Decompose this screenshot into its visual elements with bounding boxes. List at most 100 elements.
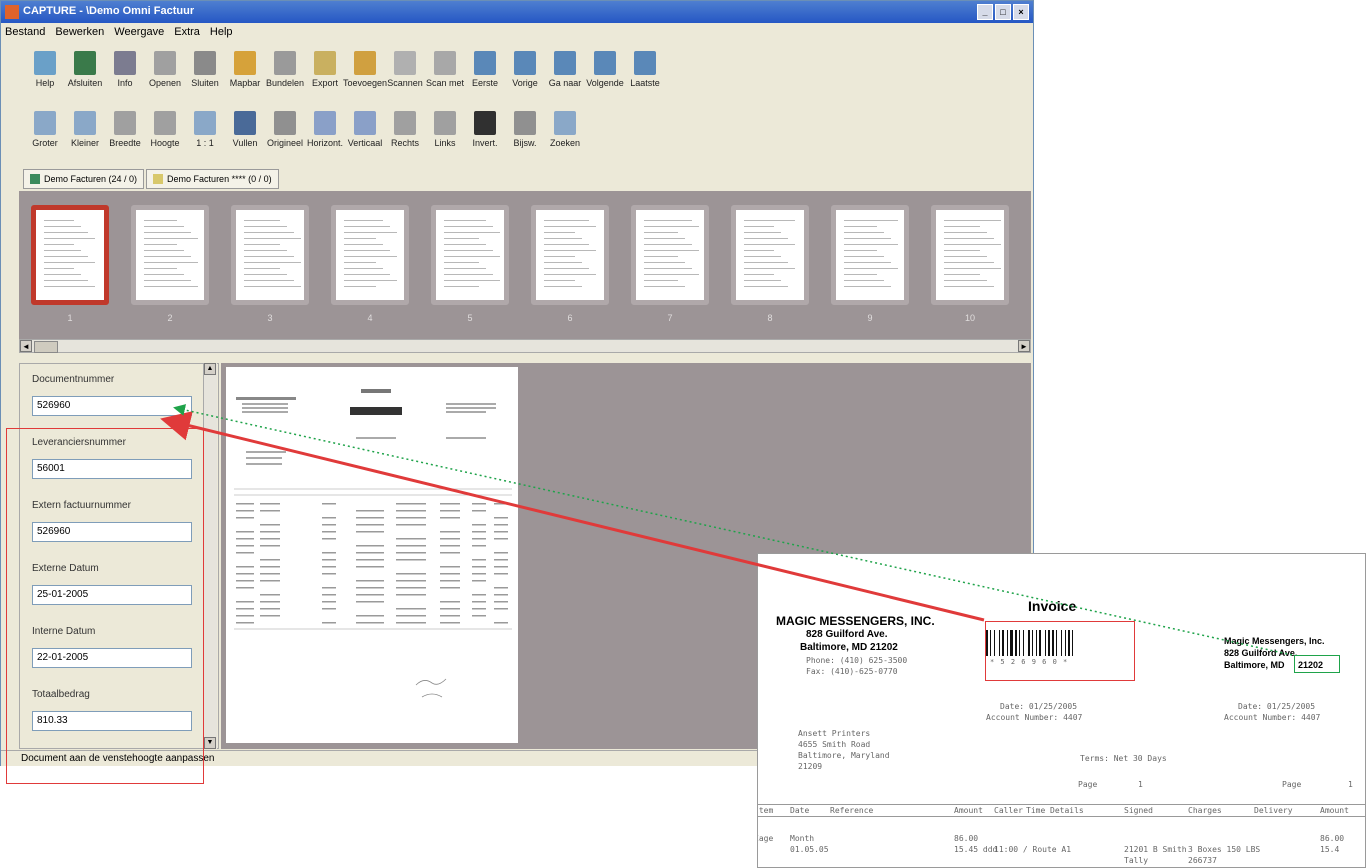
tb1-button-vorige[interactable]: Vorige	[505, 45, 545, 99]
scroll-up-icon[interactable]: ▲	[204, 363, 216, 375]
scroll-left-icon[interactable]: ◄	[20, 340, 32, 352]
scan-met-icon	[434, 51, 456, 75]
tb2-button-origineel[interactable]: Origineel	[265, 105, 305, 159]
thumbnail-text-line	[44, 262, 95, 263]
field-panel-scrollbar[interactable]: ▲ ▼	[203, 363, 217, 749]
tab-demo-facturen[interactable]: Demo Facturen (24 / 0)	[23, 169, 145, 189]
document-text-mark	[260, 573, 280, 575]
tb1-button-ga-naar[interactable]: Ga naar	[545, 45, 585, 99]
thumbnail-text-line	[144, 262, 198, 263]
tb2-button-vullen[interactable]: Vullen	[225, 105, 265, 159]
rechts-icon	[394, 111, 416, 135]
toolbar-label: Breedte	[109, 138, 141, 148]
tb2-button-1-1[interactable]: 1 : 1	[185, 105, 225, 159]
thumbnail-text-line	[744, 274, 774, 275]
tab-demo-facturen-2[interactable]: Demo Facturen **** (0 / 0)	[146, 169, 279, 189]
page-thumbnail[interactable]	[731, 205, 809, 305]
invoice-column-header: Amount	[954, 806, 983, 815]
menu-extra[interactable]: Extra	[174, 26, 200, 38]
tb1-button-bundelen[interactable]: Bundelen	[265, 45, 305, 99]
thumbnail-text-line	[144, 250, 184, 251]
tb1-button-eerste[interactable]: Eerste	[465, 45, 505, 99]
tb1-button-volgende[interactable]: Volgende	[585, 45, 625, 99]
tb1-button-afsluiten[interactable]: Afsluiten	[65, 45, 105, 99]
thumbnail-text-line	[44, 244, 74, 245]
tb2-button-rechts[interactable]: Rechts	[385, 105, 425, 159]
tab-label: Demo Facturen (24 / 0)	[44, 174, 138, 184]
thumbnail-text-line	[544, 286, 582, 287]
page-thumbnail[interactable]	[831, 205, 909, 305]
tb1-button-openen[interactable]: Openen	[145, 45, 185, 99]
page-thumbnail[interactable]	[131, 205, 209, 305]
mapbar-icon	[234, 51, 256, 75]
thumbnail-text-line	[344, 232, 397, 233]
tb1-button-export[interactable]: Export	[305, 45, 345, 99]
thumbnail-text-line	[644, 262, 685, 263]
maximize-button[interactable]: □	[995, 4, 1011, 20]
billto-line-2: 4655 Smith Road	[798, 740, 871, 749]
tb2-button-breedte[interactable]: Breedte	[105, 105, 145, 159]
thumbnail-text-line	[844, 244, 898, 245]
tb1-button-laatste[interactable]: Laatste	[625, 45, 665, 99]
title-bar[interactable]: CAPTURE - \Demo Omni Factuur _ □ ×	[1, 1, 1033, 23]
invoice-column-header: Delivery	[1254, 806, 1293, 815]
thumbnail-page-number: 5	[467, 313, 473, 323]
page-thumbnail[interactable]	[31, 205, 109, 305]
document-text-mark	[236, 538, 254, 540]
document-text-mark	[322, 573, 336, 575]
page-thumbnail[interactable]	[631, 205, 709, 305]
tb2-button-kleiner[interactable]: Kleiner	[65, 105, 105, 159]
minimize-button[interactable]: _	[977, 4, 993, 20]
tb2-button-hoogte[interactable]: Hoogte	[145, 105, 185, 159]
toolbar-label: Verticaal	[347, 138, 383, 148]
page-thumbnail[interactable]	[331, 205, 409, 305]
scroll-thumb[interactable]	[34, 341, 58, 353]
scroll-down-icon[interactable]: ▼	[204, 737, 216, 749]
recipient-city: Baltimore, MD	[1224, 660, 1285, 670]
thumbnail-text-line	[244, 232, 294, 233]
page-thumbnail[interactable]	[931, 205, 1009, 305]
tb1-button-toevoegen[interactable]: Toevoegen	[343, 45, 387, 99]
thumbnail-strip: 1 2 3 4 5 6 7 8 9 10	[19, 191, 1031, 339]
tb2-button-groter[interactable]: Groter	[25, 105, 65, 159]
tb2-button-bijsw[interactable]: Bijsw.	[505, 105, 545, 159]
document-text-mark	[322, 552, 336, 554]
invoice-column-header: Amount	[1320, 806, 1349, 815]
thumbnail-text-line	[844, 250, 877, 251]
field-input-documentnummer[interactable]: 526960	[32, 396, 192, 416]
tb1-button-mapbar[interactable]: Mapbar	[225, 45, 265, 99]
thumbnail-text-line	[544, 244, 589, 245]
billto-line-4: 21209	[798, 762, 823, 771]
page-thumbnail[interactable]	[231, 205, 309, 305]
menu-bewerken[interactable]: Bewerken	[55, 26, 104, 38]
thumbnail-page-number: 6	[567, 313, 573, 323]
close-button[interactable]: ×	[1013, 4, 1029, 20]
document-text-mark	[236, 566, 254, 568]
tb2-button-invert[interactable]: Invert.	[465, 105, 505, 159]
tb1-button-scannen[interactable]: Scannen	[385, 45, 425, 99]
scroll-right-icon[interactable]: ►	[1018, 340, 1030, 352]
document-text-mark	[472, 608, 486, 610]
tb1-button-scan-met[interactable]: Scan met	[425, 45, 465, 99]
page-thumbnail[interactable]	[431, 205, 509, 305]
sluiten-icon	[194, 51, 216, 75]
menu-help[interactable]: Help	[210, 26, 233, 38]
thumbnail-text-line	[944, 262, 994, 263]
tb1-button-sluiten[interactable]: Sluiten	[185, 45, 225, 99]
page-thumbnail[interactable]	[531, 205, 609, 305]
tb2-button-zoeken[interactable]: Zoeken	[545, 105, 585, 159]
horizontal-scrollbar[interactable]: ◄ ►	[19, 339, 1031, 353]
thumbnail-text-line	[744, 268, 795, 269]
laatste-icon	[634, 51, 656, 75]
tb2-button-horizont[interactable]: Horizont.	[305, 105, 345, 159]
document-page-preview[interactable]	[226, 367, 518, 743]
tb2-button-verticaal[interactable]: Verticaal	[345, 105, 385, 159]
tb1-button-help[interactable]: Help	[25, 45, 65, 99]
document-text-mark	[260, 594, 280, 596]
tb1-button-info[interactable]: Info	[105, 45, 145, 99]
thumbnail-page-number: 4	[367, 313, 373, 323]
thumbnail-text-line	[344, 250, 390, 251]
menu-weergave[interactable]: Weergave	[114, 26, 164, 38]
menu-bestand[interactable]: Bestand	[5, 26, 45, 38]
tb2-button-links[interactable]: Links	[425, 105, 465, 159]
